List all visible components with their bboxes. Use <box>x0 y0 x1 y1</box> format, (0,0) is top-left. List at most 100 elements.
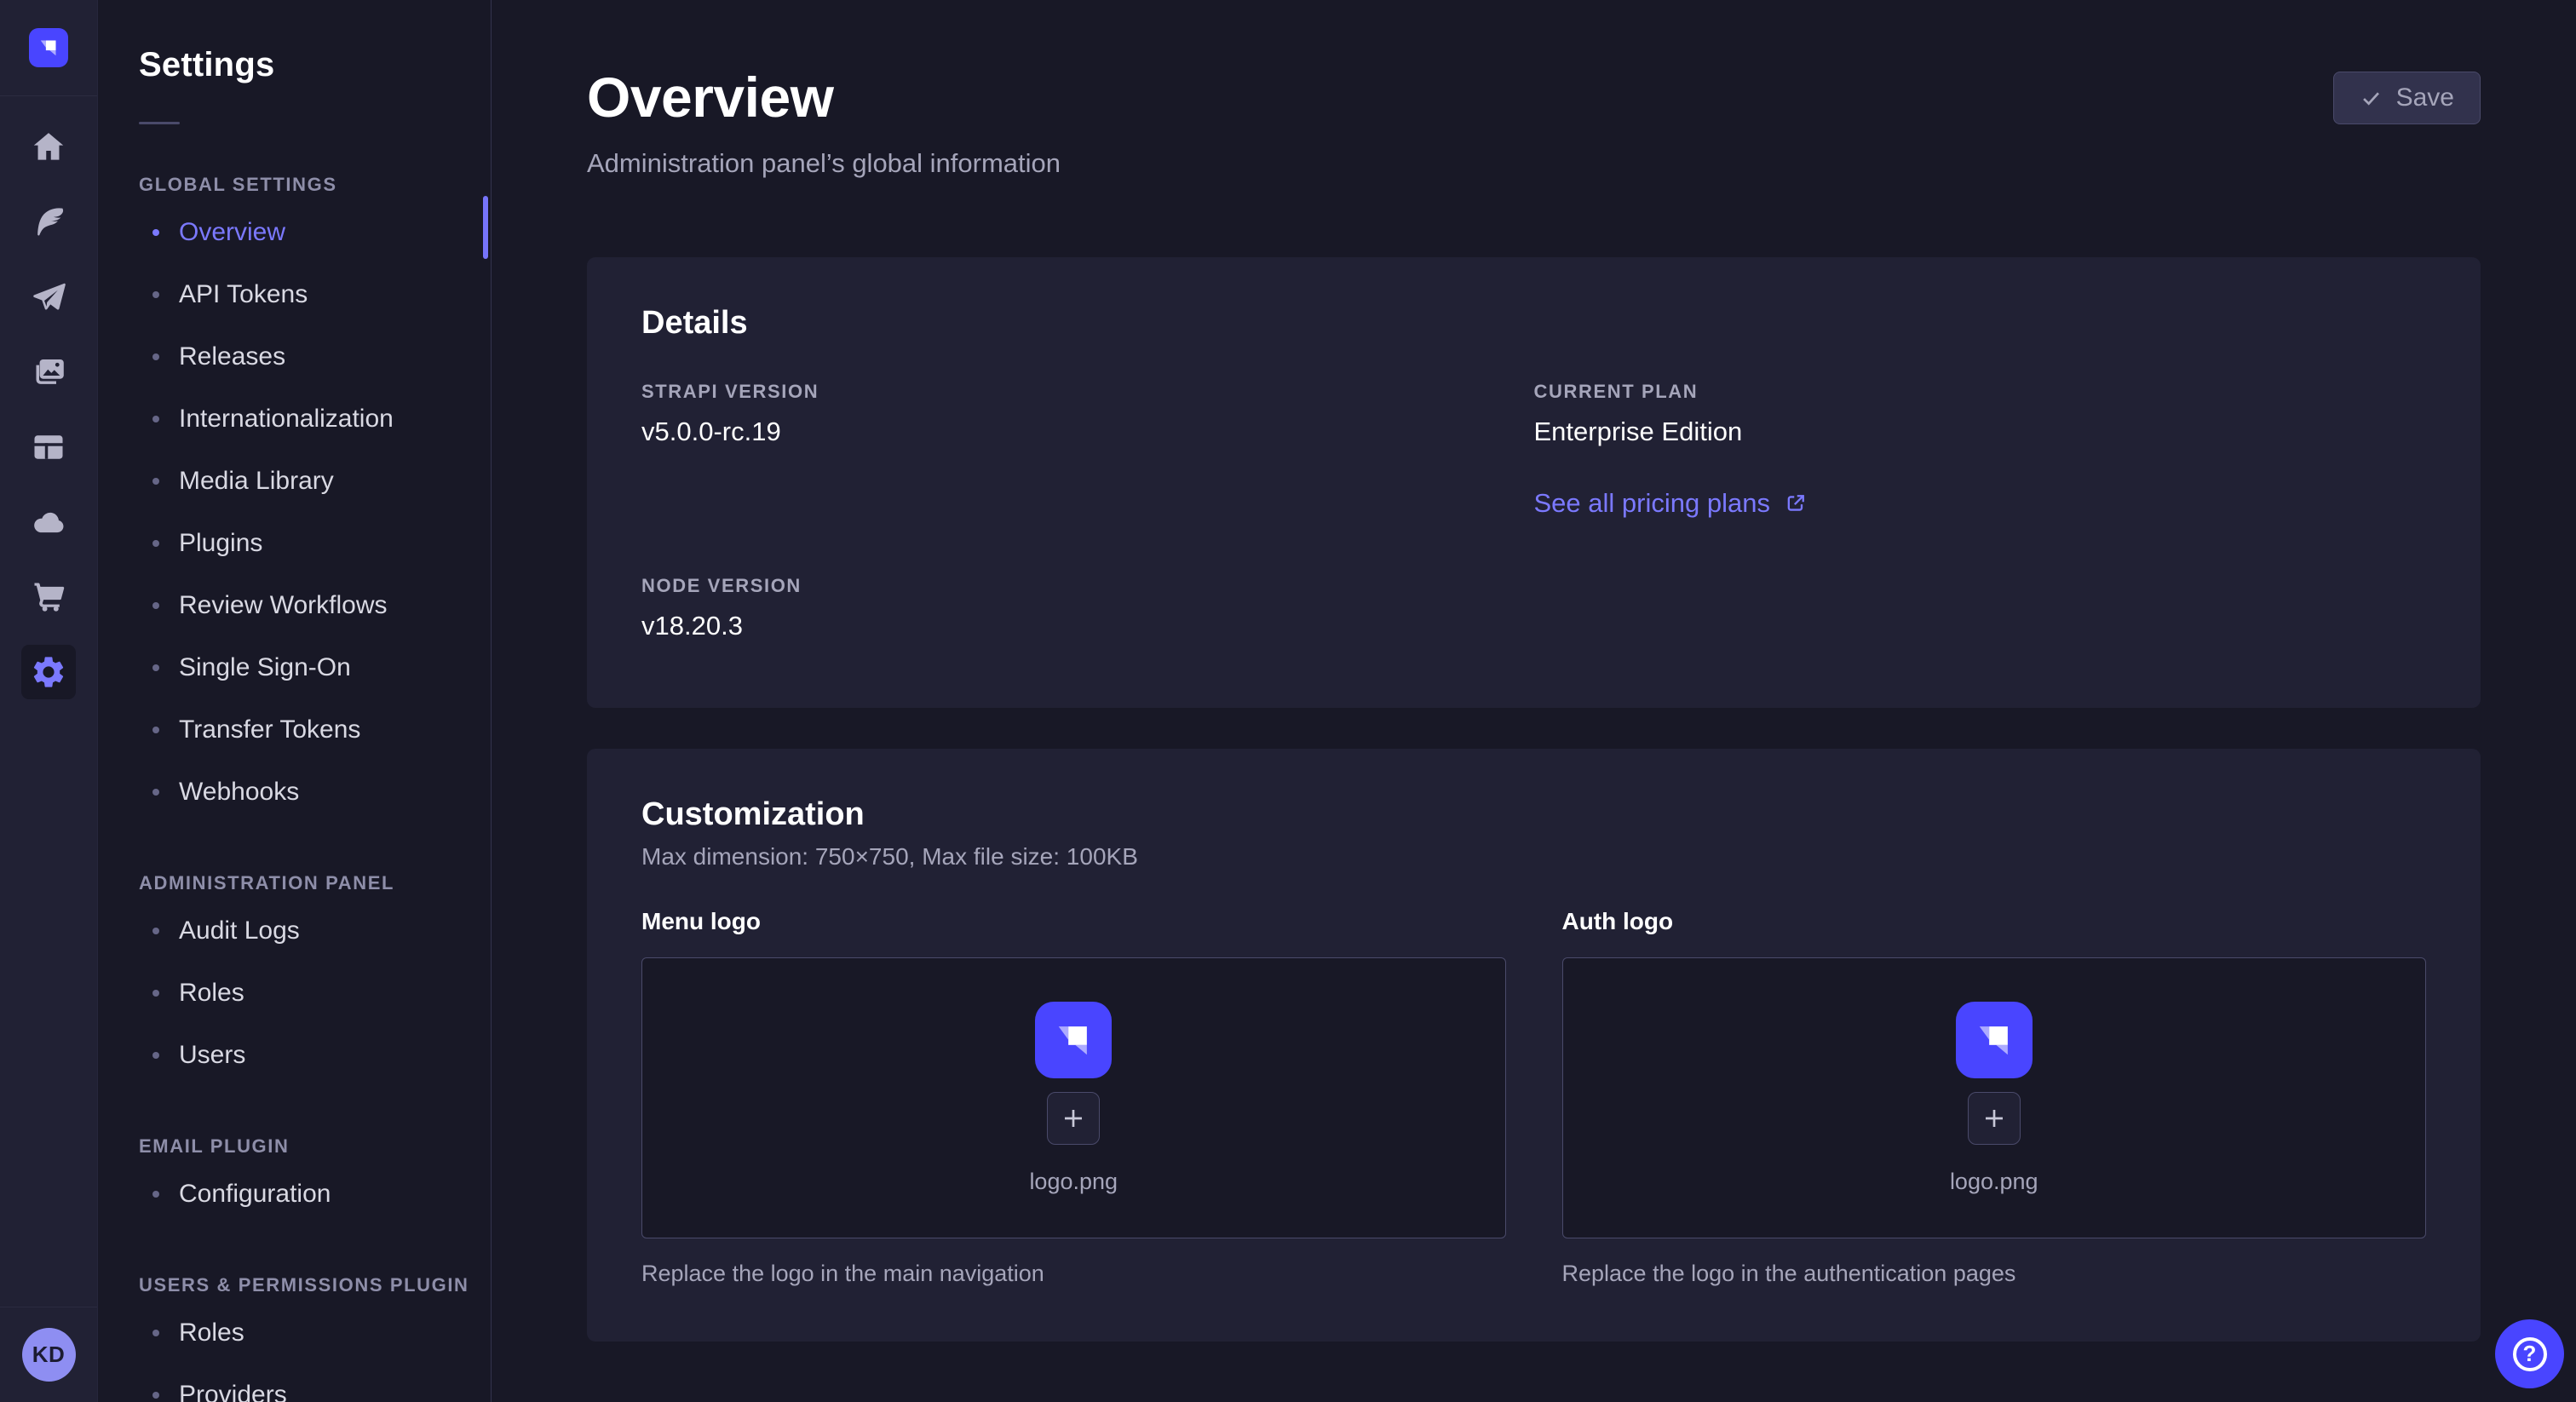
sidebar-title: Settings <box>139 46 491 84</box>
home-icon[interactable] <box>21 110 76 185</box>
sidebar-item-label: Overview <box>179 218 285 247</box>
bullet-icon <box>152 928 159 934</box>
menu-logo-upload-zone[interactable]: logo.png <box>641 957 1506 1238</box>
menu-logo-add-button[interactable] <box>1047 1092 1100 1145</box>
sidebar-title-divider <box>139 122 180 124</box>
plus-icon <box>1981 1105 2008 1132</box>
sidebar-item-up-roles[interactable]: Roles <box>139 1301 491 1364</box>
current-plan-field: CURRENT PLAN Enterprise Edition See all … <box>1534 381 2427 519</box>
sidebar-item-single-sign-on[interactable]: Single Sign-On <box>139 636 491 698</box>
node-version-value: v18.20.3 <box>641 611 1534 641</box>
page-title: Overview <box>587 65 1061 129</box>
bullet-icon <box>152 1392 159 1399</box>
sidebar-item-admin-roles[interactable]: Roles <box>139 962 491 1024</box>
sidebar-item-label: Media Library <box>179 467 334 496</box>
external-link-icon <box>1784 491 1808 515</box>
section-list-email-plugin: Configuration <box>139 1163 491 1225</box>
bullet-icon <box>152 990 159 997</box>
sidebar-item-releases[interactable]: Releases <box>139 325 491 388</box>
main-nav-rail: KD <box>0 0 98 1402</box>
menu-logo-preview <box>1035 1002 1112 1078</box>
pricing-plans-link-label: See all pricing plans <box>1534 488 1770 519</box>
sidebar-item-internationalization[interactable]: Internationalization <box>139 388 491 450</box>
sidebar-item-media-library[interactable]: Media Library <box>139 450 491 512</box>
auth-logo-add-button[interactable] <box>1968 1092 2021 1145</box>
sidebar-item-overview[interactable]: Overview <box>139 201 491 263</box>
node-version-label: NODE VERSION <box>641 575 1534 597</box>
plus-icon <box>1060 1105 1087 1132</box>
pricing-plans-link[interactable]: See all pricing plans <box>1534 488 1808 519</box>
bullet-icon <box>152 1191 159 1198</box>
rail-icon-list <box>21 96 76 710</box>
sidebar-item-label: API Tokens <box>179 280 308 309</box>
sidebar-item-review-workflows[interactable]: Review Workflows <box>139 574 491 636</box>
auth-logo-caption: Replace the logo in the authentication p… <box>1562 1261 2427 1287</box>
save-button[interactable]: Save <box>2333 72 2481 124</box>
details-grid: STRAPI VERSION v5.0.0-rc.19 CURRENT PLAN… <box>641 381 2426 641</box>
auth-logo-filename: logo.png <box>1950 1169 2038 1195</box>
cart-icon[interactable] <box>21 560 76 635</box>
sidebar-item-label: Roles <box>179 1319 244 1347</box>
check-icon <box>2360 87 2383 110</box>
user-avatar[interactable]: KD <box>22 1328 76 1382</box>
sidebar-item-label: Roles <box>179 979 244 1008</box>
auth-logo-upload-zone[interactable]: logo.png <box>1562 957 2427 1238</box>
cloud-icon[interactable] <box>21 485 76 560</box>
gear-icon[interactable] <box>21 645 76 699</box>
feather-icon[interactable] <box>21 185 76 260</box>
auth-logo-label: Auth logo <box>1562 908 2427 935</box>
rail-user-section: KD <box>0 1307 97 1402</box>
sidebar-item-transfer-tokens[interactable]: Transfer Tokens <box>139 698 491 761</box>
details-card: Details STRAPI VERSION v5.0.0-rc.19 CURR… <box>587 257 2481 708</box>
sidebar-item-label: Configuration <box>179 1180 331 1209</box>
customization-card-title: Customization <box>641 796 2426 833</box>
section-header-email-plugin: EMAIL PLUGIN <box>139 1135 491 1158</box>
section-list-global-settings: Overview API Tokens Releases Internation… <box>139 201 491 823</box>
question-mark-icon: ? <box>2513 1337 2547 1371</box>
sidebar-item-api-tokens[interactable]: API Tokens <box>139 263 491 325</box>
sidebar-item-plugins[interactable]: Plugins <box>139 512 491 574</box>
customization-card: Customization Max dimension: 750×750, Ma… <box>587 749 2481 1342</box>
workspace-logo-section <box>0 0 97 96</box>
sidebar-item-audit-logs[interactable]: Audit Logs <box>139 899 491 962</box>
bullet-icon <box>152 478 159 485</box>
sidebar-item-label: Single Sign-On <box>179 653 351 682</box>
media-images-icon[interactable] <box>21 335 76 410</box>
settings-sidebar: Settings GLOBAL SETTINGS Overview API To… <box>98 0 492 1402</box>
sidebar-item-label: Transfer Tokens <box>179 715 360 744</box>
bullet-icon <box>152 789 159 796</box>
sidebar-item-admin-users[interactable]: Users <box>139 1024 491 1086</box>
sidebar-scrollbar-thumb[interactable] <box>483 196 488 259</box>
section-list-users-permissions-plugin: Roles Providers <box>139 1301 491 1402</box>
menu-logo-filename: logo.png <box>1029 1169 1118 1195</box>
bullet-icon <box>152 229 159 236</box>
auth-logo-column: Auth logo logo.png Replace the logo in t… <box>1562 908 2427 1287</box>
sidebar-item-webhooks[interactable]: Webhooks <box>139 761 491 823</box>
menu-logo-column: Menu logo logo.png Replace the logo in t… <box>641 908 1506 1287</box>
sidebar-item-label: Users <box>179 1041 245 1070</box>
main-content: Overview Administration panel’s global i… <box>492 0 2576 1402</box>
menu-logo-caption: Replace the logo in the main navigation <box>641 1261 1506 1287</box>
auth-logo-preview <box>1956 1002 2033 1078</box>
strapi-logo-icon <box>1970 1016 2018 1064</box>
layout-icon[interactable] <box>21 410 76 485</box>
current-plan-value: Enterprise Edition <box>1534 417 2427 447</box>
sidebar-item-up-providers[interactable]: Providers <box>139 1364 491 1402</box>
strapi-version-label: STRAPI VERSION <box>641 381 1534 403</box>
sidebar-item-label: Review Workflows <box>179 591 388 620</box>
sidebar-item-email-configuration[interactable]: Configuration <box>139 1163 491 1225</box>
strapi-version-field: STRAPI VERSION v5.0.0-rc.19 <box>641 381 1534 519</box>
bullet-icon <box>152 602 159 609</box>
page-subtitle: Administration panel’s global informatio… <box>587 148 1061 179</box>
strapi-logo-icon <box>1049 1016 1097 1064</box>
section-list-administration-panel: Audit Logs Roles Users <box>139 899 491 1086</box>
sidebar-item-label: Providers <box>179 1381 287 1402</box>
sidebar-item-label: Internationalization <box>179 405 394 434</box>
strapi-logo[interactable] <box>29 28 68 67</box>
menu-logo-label: Menu logo <box>641 908 1506 935</box>
page-header-text: Overview Administration panel’s global i… <box>587 65 1061 179</box>
bullet-icon <box>152 353 159 360</box>
paper-plane-icon[interactable] <box>21 260 76 335</box>
sidebar-item-label: Releases <box>179 342 285 371</box>
help-button[interactable]: ? <box>2495 1319 2564 1388</box>
